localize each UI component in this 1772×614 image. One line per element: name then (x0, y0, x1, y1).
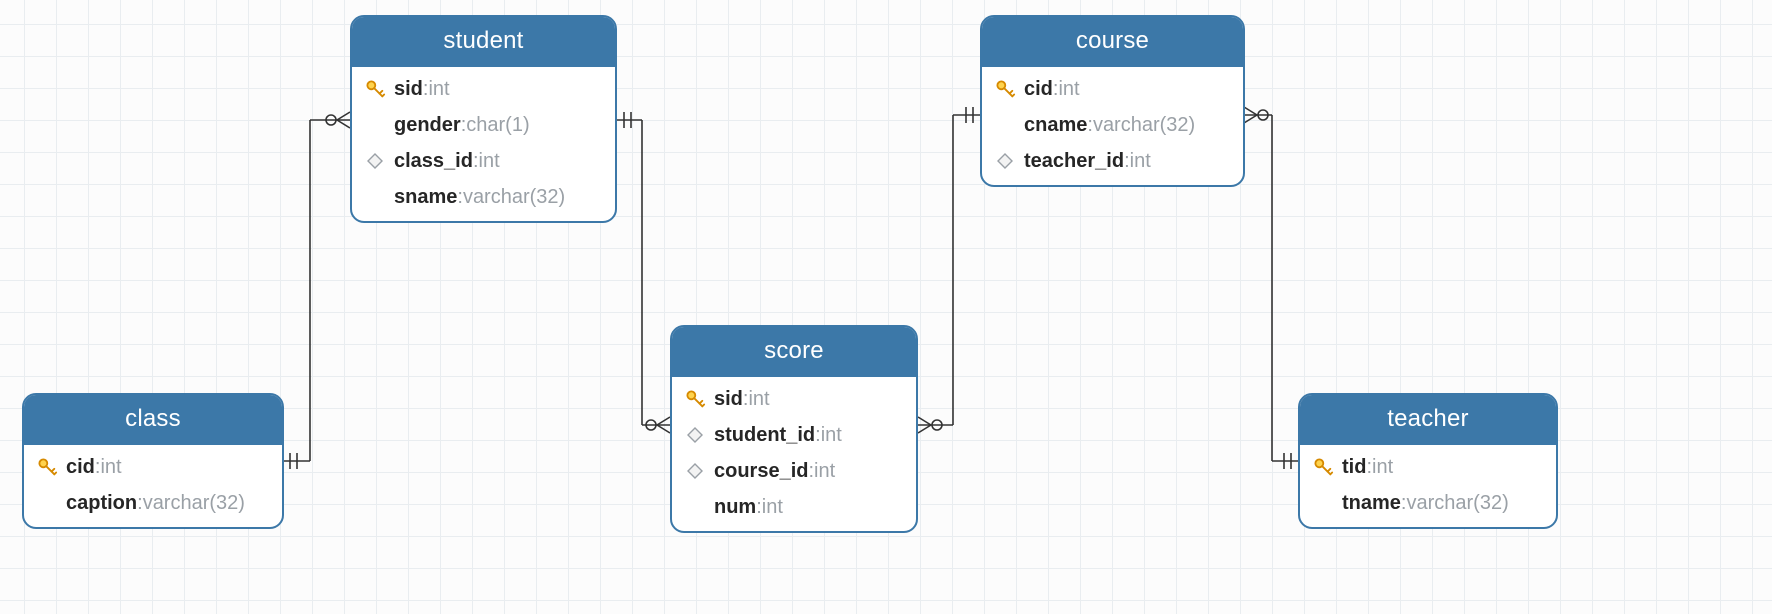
entity-rows: cid: intcaption: varchar(32) (24, 445, 282, 527)
column-name: tname (1342, 489, 1401, 517)
column-row[interactable]: sid: int (352, 71, 615, 107)
column-type: int (479, 147, 500, 175)
primary-key-icon (34, 456, 60, 478)
column-row[interactable]: cname: varchar(32) (982, 107, 1243, 143)
entity-title: score (672, 327, 916, 377)
column-type: char(1) (466, 111, 529, 139)
entity-course[interactable]: course cid: intcname: varchar(32)teacher… (980, 15, 1245, 187)
entity-rows: tid: inttname: varchar(32) (1300, 445, 1556, 527)
column-type: int (428, 75, 449, 103)
column-type: int (814, 457, 835, 485)
column-name: class_id (394, 147, 473, 175)
column-name: gender (394, 111, 461, 139)
entity-title: course (982, 17, 1243, 67)
column-row[interactable]: sid: int (672, 381, 916, 417)
entity-teacher[interactable]: teacher tid: inttname: varchar(32) (1298, 393, 1558, 529)
column-row[interactable]: teacher_id: int (982, 143, 1243, 179)
foreign-key-icon (362, 153, 388, 169)
column-name: sid (714, 385, 743, 413)
primary-key-icon (362, 78, 388, 100)
entity-score[interactable]: score sid: intstudent_id: intcourse_id: … (670, 325, 918, 533)
column-row[interactable]: tname: varchar(32) (1300, 485, 1556, 521)
entity-student[interactable]: student sid: intgender: char(1)class_id:… (350, 15, 617, 223)
column-type: int (821, 421, 842, 449)
column-row[interactable]: course_id: int (672, 453, 916, 489)
column-type: varchar(32) (1093, 111, 1195, 139)
column-row[interactable]: caption: varchar(32) (24, 485, 282, 521)
column-name: cname (1024, 111, 1087, 139)
column-name: cid (1024, 75, 1053, 103)
column-name: teacher_id (1024, 147, 1124, 175)
column-row[interactable]: cid: int (24, 449, 282, 485)
entity-class[interactable]: class cid: intcaption: varchar(32) (22, 393, 284, 529)
column-name: caption (66, 489, 137, 517)
primary-key-icon (1310, 456, 1336, 478)
column-row[interactable]: num: int (672, 489, 916, 525)
primary-key-icon (992, 78, 1018, 100)
column-type: int (1130, 147, 1151, 175)
column-type: int (100, 453, 121, 481)
entity-rows: sid: intstudent_id: intcourse_id: intnum… (672, 377, 916, 531)
primary-key-icon (682, 388, 708, 410)
column-name: tid (1342, 453, 1366, 481)
column-row[interactable]: student_id: int (672, 417, 916, 453)
column-name: student_id (714, 421, 815, 449)
column-name: num (714, 493, 756, 521)
column-type: varchar(32) (1406, 489, 1508, 517)
entity-rows: cid: intcname: varchar(32)teacher_id: in… (982, 67, 1243, 185)
entity-title: student (352, 17, 615, 67)
entity-title: teacher (1300, 395, 1556, 445)
column-name: course_id (714, 457, 808, 485)
entity-rows: sid: intgender: char(1)class_id: intsnam… (352, 67, 615, 221)
column-row[interactable]: tid: int (1300, 449, 1556, 485)
column-row[interactable]: cid: int (982, 71, 1243, 107)
foreign-key-icon (992, 153, 1018, 169)
column-name: cid (66, 453, 95, 481)
column-type: varchar(32) (143, 489, 245, 517)
column-name: sid (394, 75, 423, 103)
entity-title: class (24, 395, 282, 445)
column-row[interactable]: class_id: int (352, 143, 615, 179)
foreign-key-icon (682, 427, 708, 443)
foreign-key-icon (682, 463, 708, 479)
column-type: int (762, 493, 783, 521)
column-name: sname (394, 183, 457, 211)
column-type: int (1372, 453, 1393, 481)
column-type: varchar(32) (463, 183, 565, 211)
column-type: int (748, 385, 769, 413)
column-row[interactable]: sname: varchar(32) (352, 179, 615, 215)
column-type: int (1058, 75, 1079, 103)
column-row[interactable]: gender: char(1) (352, 107, 615, 143)
